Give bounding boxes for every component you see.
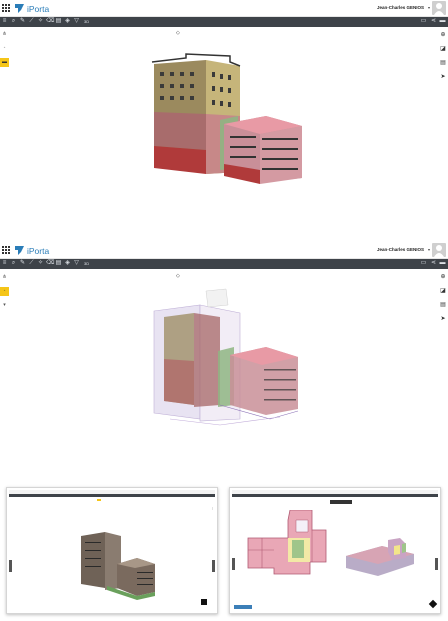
filter-icon[interactable]: ▽ <box>73 260 80 267</box>
magic-wand-icon[interactable]: ✧ <box>37 18 44 25</box>
filter-icon[interactable]: ▽ <box>73 18 80 25</box>
measure-icon[interactable]: ⟋ <box>28 18 35 25</box>
eraser-icon[interactable]: ⌫ <box>46 260 54 267</box>
mini-corner-button[interactable] <box>201 599 207 605</box>
top-bar: iPorta Jean-Charles GENIOS ▾ <box>0 0 448 17</box>
share-icon[interactable]: ⋖ <box>430 260 437 267</box>
mini-side-tools: ⋮ <box>211 506 214 510</box>
tag-icon[interactable]: ▬ <box>0 58 9 67</box>
print-icon[interactable]: ▤ <box>55 18 62 25</box>
send-icon[interactable]: ➤ <box>439 73 447 81</box>
section-icon[interactable]: ▤ <box>439 59 447 67</box>
app-logo: iPorta <box>14 244 54 257</box>
layers-icon[interactable]: ◈ <box>64 18 71 25</box>
grid-icon[interactable] <box>2 246 11 255</box>
mini-logo <box>234 605 252 609</box>
mini-left-button[interactable] <box>9 560 12 572</box>
cube-split-icon[interactable]: ◪ <box>439 287 447 295</box>
mini-side-button[interactable] <box>212 560 215 572</box>
tree-icon[interactable]: ⋔ <box>0 30 9 39</box>
menu-icon[interactable]: ≡ <box>1 18 8 25</box>
eye-icon[interactable]: ◦ <box>0 287 9 296</box>
chevron-down-icon[interactable]: ▾ <box>428 5 430 10</box>
layers-icon[interactable]: ◈ <box>64 260 71 267</box>
mini-toolbar <box>9 494 215 497</box>
app-logo: iPorta <box>14 2 54 15</box>
compass-icon[interactable]: ◇ <box>176 273 180 279</box>
viewer-frame-opaque: iPorta Jean-Charles GENIOS ▾ ≡ ⌕ ✎ ⟋ ✧ ⌫… <box>0 0 448 237</box>
fullscreen-icon[interactable]: ▭ <box>420 260 427 267</box>
top-bar: iPorta Jean-Charles GENIOS ▾ <box>0 242 448 259</box>
avatar[interactable] <box>432 1 446 15</box>
mini-corner-button[interactable] <box>428 599 438 609</box>
measure-icon[interactable]: ⟋ <box>28 260 35 267</box>
search-icon[interactable]: ⌕ <box>10 18 17 25</box>
building-model-transparent[interactable] <box>150 287 310 437</box>
floor-plan <box>247 510 327 575</box>
grid-icon[interactable] <box>2 4 11 13</box>
mini-building-model <box>81 532 155 600</box>
cube-split-icon[interactable]: ◪ <box>439 45 447 53</box>
fullscreen-icon[interactable]: ▭ <box>420 18 427 25</box>
app-name: iPorta <box>27 246 49 256</box>
user-name[interactable]: Jean-Charles GENIOS <box>377 247 424 252</box>
thumbnail-card-3d[interactable]: ⋮ <box>6 487 218 614</box>
target-icon[interactable]: ⊕ <box>439 31 447 39</box>
chevron-down-icon[interactable]: ▾ <box>428 247 430 252</box>
thumbnail-card-plan[interactable] <box>229 487 441 614</box>
compass-icon[interactable]: ◇ <box>176 30 180 36</box>
share-icon[interactable]: ⋖ <box>430 18 437 25</box>
pencil-icon[interactable]: ✎ <box>19 260 26 267</box>
tag-icon[interactable]: ▾ <box>0 301 9 310</box>
mini-left-button[interactable] <box>232 558 235 570</box>
main-toolbar: ≡ ⌕ ✎ ⟋ ✧ ⌫ ▤ ◈ ▽ 3D ▭ ⋖ ▬ <box>0 259 448 269</box>
mini-tooltip <box>330 500 352 504</box>
building-model-opaque[interactable] <box>140 50 310 190</box>
view-mode-label[interactable]: 3D <box>84 261 89 266</box>
tree-icon[interactable]: ⋔ <box>0 273 9 282</box>
view-mode-label[interactable]: 3D <box>84 19 89 24</box>
more-icon[interactable]: ▬ <box>439 18 446 25</box>
mini-side-button[interactable] <box>435 558 438 570</box>
eye-icon[interactable]: ◦ <box>0 44 9 53</box>
print-icon[interactable]: ▤ <box>55 260 62 267</box>
viewer-frame-transparent: iPorta Jean-Charles GENIOS ▾ ≡ ⌕ ✎ ⟋ ✧ ⌫… <box>0 242 448 566</box>
user-name[interactable]: Jean-Charles GENIOS <box>377 5 424 10</box>
mini-3d-plan <box>346 538 414 576</box>
avatar[interactable] <box>432 243 446 257</box>
menu-icon[interactable]: ≡ <box>1 260 8 267</box>
app-name: iPorta <box>27 4 49 14</box>
main-toolbar: ≡ ⌕ ✎ ⟋ ✧ ⌫ ▤ ◈ ▽ 3D ▭ ⋖ ▬ <box>0 17 448 27</box>
send-icon[interactable]: ➤ <box>439 315 447 323</box>
eraser-icon[interactable]: ⌫ <box>46 18 54 25</box>
mini-toolbar <box>232 494 438 497</box>
target-icon[interactable]: ⊕ <box>439 273 447 281</box>
section-icon[interactable]: ▤ <box>439 301 447 309</box>
magic-wand-icon[interactable]: ✧ <box>37 260 44 267</box>
mini-compass <box>97 499 101 501</box>
pencil-icon[interactable]: ✎ <box>19 18 26 25</box>
more-icon[interactable]: ▬ <box>439 260 446 267</box>
search-icon[interactable]: ⌕ <box>10 260 17 267</box>
